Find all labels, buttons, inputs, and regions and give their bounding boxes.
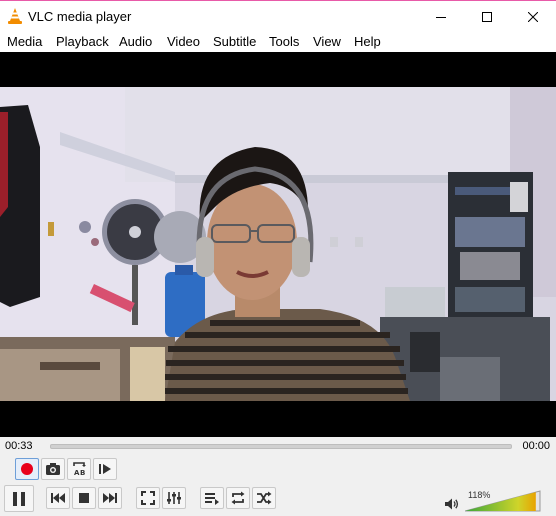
video-frame xyxy=(0,87,556,401)
frame-step-button[interactable] xyxy=(93,458,117,480)
window-title: VLC media player xyxy=(28,9,132,24)
close-icon xyxy=(528,11,538,22)
menu-media[interactable]: Media xyxy=(7,34,42,49)
minimize-icon xyxy=(436,16,446,18)
seek-slider[interactable] xyxy=(50,444,512,449)
total-time: 00:00 xyxy=(522,440,550,452)
title-bar: VLC media player xyxy=(0,0,556,31)
shuffle-button[interactable] xyxy=(252,487,276,509)
extended-settings-button[interactable] xyxy=(162,487,186,509)
extended-settings-icon xyxy=(167,492,181,504)
menu-audio[interactable]: Audio xyxy=(119,34,152,49)
loop-ab-button[interactable]: A B xyxy=(67,458,91,480)
seek-row: 00:33 00:00 xyxy=(0,437,556,457)
svg-text:B: B xyxy=(80,469,85,477)
webcam-scene-image xyxy=(0,87,556,401)
video-area[interactable] xyxy=(0,52,556,437)
menu-subtitle[interactable]: Subtitle xyxy=(213,34,256,49)
elapsed-time: 00:33 xyxy=(5,440,33,452)
menu-tools[interactable]: Tools xyxy=(269,34,299,49)
next-icon xyxy=(103,493,117,503)
frame-step-icon xyxy=(99,464,111,474)
previous-icon xyxy=(51,493,65,503)
fullscreen-icon xyxy=(141,491,155,505)
vlc-cone-icon xyxy=(8,8,22,24)
menu-bar: Media Playback Audio Video Subtitle Tool… xyxy=(0,31,556,52)
snapshot-button[interactable] xyxy=(41,458,65,480)
loop-icon xyxy=(231,491,245,505)
menu-help[interactable]: Help xyxy=(354,34,381,49)
loop-button[interactable] xyxy=(226,487,250,509)
record-icon xyxy=(21,463,33,475)
playlist-icon xyxy=(205,493,219,505)
menu-view[interactable]: View xyxy=(313,34,341,49)
fullscreen-button[interactable] xyxy=(136,487,160,509)
minimize-button[interactable] xyxy=(418,1,464,32)
stop-icon xyxy=(79,493,89,503)
pause-icon xyxy=(13,491,25,506)
close-button[interactable] xyxy=(510,1,556,32)
shuffle-icon xyxy=(257,491,272,505)
menu-video[interactable]: Video xyxy=(167,34,200,49)
volume-slider[interactable] xyxy=(465,490,545,512)
pause-button[interactable] xyxy=(4,485,34,512)
previous-button[interactable] xyxy=(46,487,70,509)
speaker-icon[interactable] xyxy=(444,497,460,511)
playlist-button[interactable] xyxy=(200,487,224,509)
next-button[interactable] xyxy=(98,487,122,509)
menu-playback[interactable]: Playback xyxy=(56,34,109,49)
snapshot-icon xyxy=(46,463,60,475)
record-button[interactable] xyxy=(15,458,39,480)
maximize-icon xyxy=(482,11,492,22)
maximize-button[interactable] xyxy=(464,1,510,32)
stop-button[interactable] xyxy=(72,487,96,509)
loop-ab-icon: A B xyxy=(73,462,86,477)
